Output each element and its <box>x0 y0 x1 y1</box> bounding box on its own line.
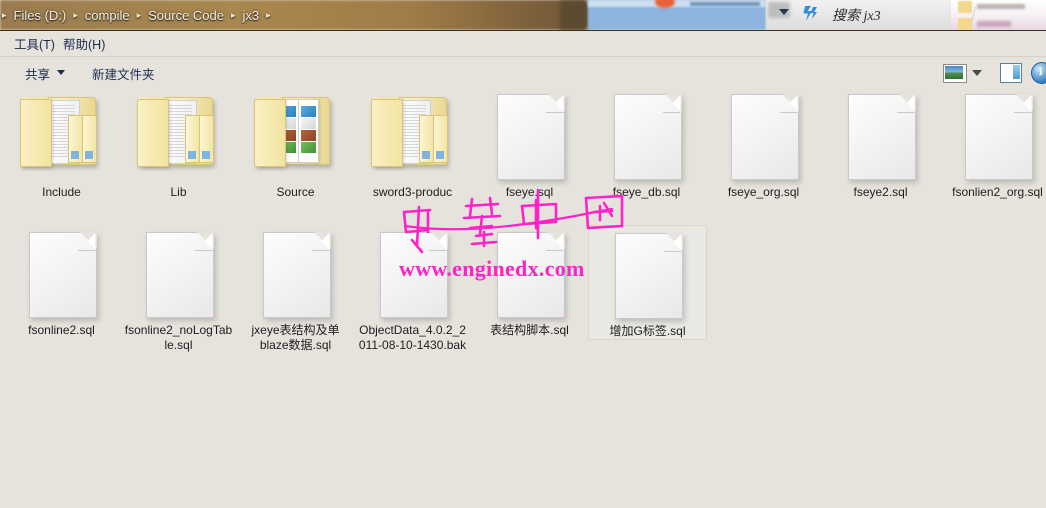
file-item[interactable]: 表结构脚本.sql <box>471 225 588 338</box>
breadcrumb-separator: ▸ <box>2 9 7 20</box>
file-name-label: fseye.sql <box>505 185 554 199</box>
file-icon-wrap <box>120 87 237 185</box>
file-icon-wrap <box>3 225 120 323</box>
folder-icon <box>19 97 104 169</box>
file-name-label: Source <box>276 185 315 199</box>
menu-top-border <box>0 30 1046 31</box>
sql-file-icon <box>613 94 682 180</box>
file-name-label: jxeye表结构及单blaze数据.sql <box>251 323 340 352</box>
breadcrumb-separator[interactable]: ▸ <box>264 10 273 21</box>
file-name-label: Include <box>42 185 81 199</box>
file-item[interactable]: fseye_db.sql <box>588 87 705 200</box>
file-item[interactable]: fseye2.sql <box>822 87 939 200</box>
sql-file-icon <box>28 232 97 318</box>
sql-file-icon <box>496 94 565 180</box>
file-item[interactable]: Source <box>237 87 354 200</box>
file-icon-wrap <box>354 87 471 185</box>
sql-file-icon <box>496 232 565 318</box>
file-name-label: 表结构脚本.sql <box>490 323 569 337</box>
file-name-label: 增加G标签.sql <box>609 324 686 338</box>
folder-books-icon <box>253 97 338 169</box>
breadcrumb-item-2[interactable]: Source Code <box>143 8 229 23</box>
breadcrumb-item-1[interactable]: compile <box>80 8 135 23</box>
file-item-selected[interactable]: 增加G标签.sql <box>588 225 707 340</box>
file-icon-wrap <box>237 87 354 185</box>
file-name-label: fsonline2_noLogTable.sql <box>124 323 233 352</box>
file-item[interactable]: fseye.sql <box>471 87 588 200</box>
file-name-label: fseye2.sql <box>853 185 908 199</box>
menu-item-help[interactable]: 帮助(H) <box>63 34 105 53</box>
toolbar: 共享 新建文件夹 <box>0 56 1046 88</box>
file-item[interactable]: Include <box>3 87 120 200</box>
menu-item-tools[interactable]: 工具(T) <box>14 34 55 53</box>
help-info-icon[interactable] <box>1031 62 1046 84</box>
breadcrumb-item-3[interactable]: jx3 <box>238 8 265 23</box>
menu-bar: 工具(T) 帮助(H) <box>0 30 1046 56</box>
file-icon-wrap <box>471 87 588 185</box>
file-icon-wrap <box>3 87 120 185</box>
share-dropdown-icon[interactable] <box>57 70 65 75</box>
file-icon-wrap <box>939 87 1046 185</box>
share-button[interactable]: 共享 <box>25 64 50 83</box>
sql-file-icon <box>145 232 214 318</box>
file-name-label: fsonlien2_org.sql <box>952 185 1043 199</box>
sql-file-icon <box>614 233 683 319</box>
file-name-label: ObjectData_4.0.2_2011-08-10-1430.bak <box>358 323 467 352</box>
breadcrumb-separator[interactable]: ▸ <box>229 10 238 21</box>
sql-file-icon <box>847 94 916 180</box>
address-bar[interactable]: ▸ Files (D:) ▸ compile ▸ Source Code ▸ jx3 ▸ 搜索 … <box>0 0 1046 30</box>
breadcrumb[interactable]: ▸ Files (D:) ▸ compile ▸ Source Code ▸ jx3 ▸ <box>0 0 273 30</box>
breadcrumb-separator[interactable]: ▸ <box>71 10 80 21</box>
file-icon-wrap <box>120 225 237 323</box>
file-item[interactable]: Lib <box>120 87 237 200</box>
file-icon-wrap <box>589 226 706 324</box>
sql-file-icon <box>964 94 1033 180</box>
file-item[interactable]: jxeye表结构及单blaze数据.sql <box>237 225 354 353</box>
file-icon-wrap <box>705 87 822 185</box>
file-icon-wrap <box>354 225 471 323</box>
file-item[interactable]: fsonline2.sql <box>3 225 120 338</box>
search-input[interactable]: 搜索 jx3 <box>830 1 976 27</box>
sql-file-icon <box>730 94 799 180</box>
bak-file-icon <box>379 232 448 318</box>
search-divider <box>971 7 976 23</box>
file-name-label: fsonline2.sql <box>28 323 95 337</box>
view-mode-icon[interactable] <box>943 64 967 83</box>
file-name-label: fseye_db.sql <box>612 185 681 199</box>
folder-icon <box>136 97 221 169</box>
search-placeholder-text: 搜索 jx3 <box>832 9 881 24</box>
file-icon-wrap <box>237 225 354 323</box>
new-folder-button[interactable]: 新建文件夹 <box>92 64 155 83</box>
address-dropdown-icon[interactable] <box>779 9 789 15</box>
breadcrumb-separator[interactable]: ▸ <box>135 10 144 21</box>
folder-icon <box>370 97 455 169</box>
file-name-label: Lib <box>170 185 187 199</box>
file-item[interactable]: ObjectData_4.0.2_2011-08-10-1430.bak <box>354 225 471 353</box>
view-mode-dropdown-icon[interactable] <box>972 70 982 76</box>
preview-pane-icon[interactable] <box>1000 63 1022 83</box>
file-name-label: sword3-produc <box>372 185 453 199</box>
file-item[interactable]: fsonline2_noLogTable.sql <box>120 225 237 353</box>
file-name-label: fseye_org.sql <box>727 185 800 199</box>
file-item[interactable]: sword3-produc <box>354 87 471 200</box>
file-icon-wrap <box>588 87 705 185</box>
file-item[interactable]: fseye_org.sql <box>705 87 822 200</box>
file-list-area[interactable]: Include Lib Source sword3-produc fseye.sql fs… <box>0 87 1046 503</box>
file-item[interactable]: fsonlien2_org.sql <box>939 87 1046 200</box>
file-icon-wrap <box>471 225 588 323</box>
breadcrumb-item-0[interactable]: Files (D:) <box>9 8 72 23</box>
refresh-icon[interactable] <box>800 4 820 24</box>
file-icon-wrap <box>822 87 939 185</box>
sql-file-icon <box>262 232 331 318</box>
